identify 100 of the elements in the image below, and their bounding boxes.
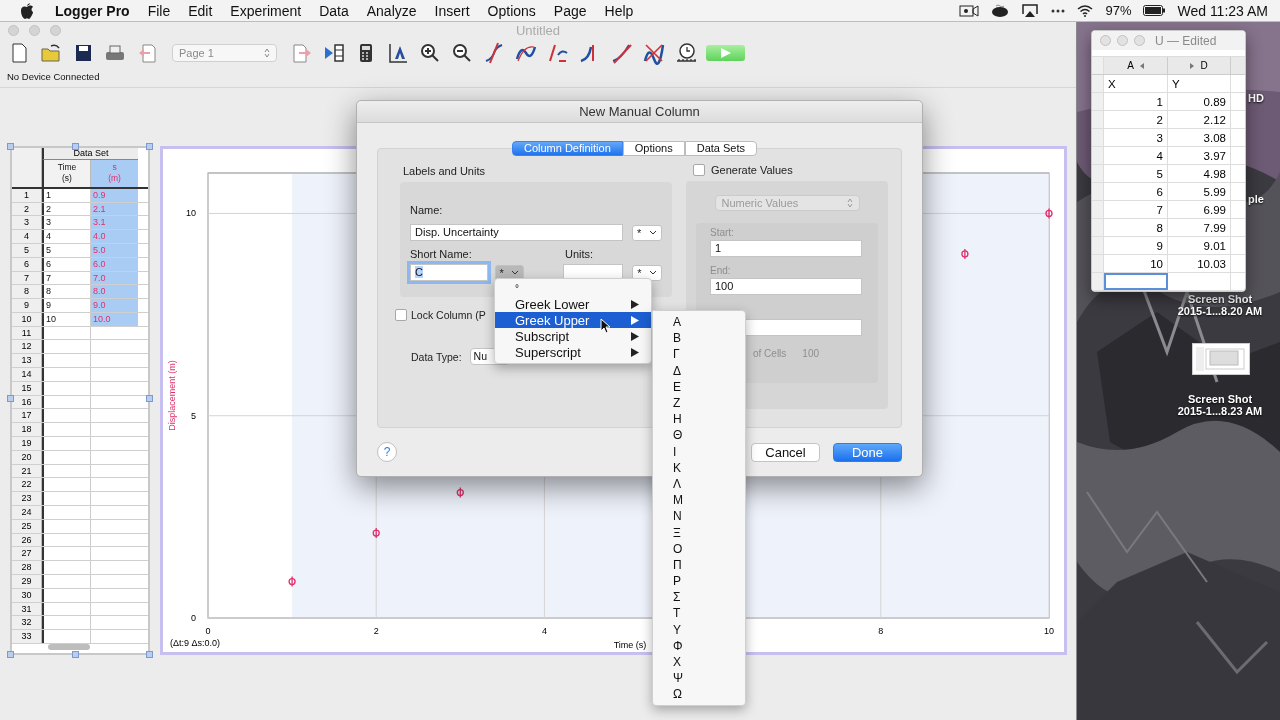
scrollbar-thumb[interactable] (48, 644, 90, 650)
menu-item[interactable]: Λ (653, 475, 745, 493)
resize-handle[interactable] (7, 394, 14, 402)
symbol-popup[interactable]: * (632, 224, 662, 241)
menu-item[interactable]: ° (495, 281, 651, 296)
battery-icon[interactable] (1143, 5, 1166, 16)
checkbox[interactable] (395, 309, 407, 321)
menu-item[interactable]: Help (595, 2, 643, 19)
resize-handle[interactable] (146, 394, 153, 402)
menu-item[interactable]: Options (478, 2, 545, 19)
row-number: 13 (12, 354, 42, 368)
file-name: Screen Shot (1187, 293, 1253, 305)
menu-item[interactable]: Insert (425, 2, 479, 19)
menu-item[interactable]: Π (653, 556, 745, 573)
end-field[interactable]: 100 (710, 278, 862, 295)
menu-item[interactable]: Τ (653, 605, 745, 622)
stepper-icon (264, 47, 270, 58)
menu-item[interactable]: Ω (653, 686, 745, 703)
help-button[interactable]: ? (377, 442, 397, 462)
clock-icon[interactable] (674, 40, 698, 65)
menu-item[interactable]: Ε (653, 378, 745, 395)
apple-icon[interactable] (20, 2, 34, 19)
resize-handle[interactable] (7, 651, 14, 658)
menu-item[interactable]: Γ (653, 346, 745, 363)
checkbox[interactable] (693, 164, 705, 176)
cup-icon[interactable] (991, 3, 1010, 18)
menu-item[interactable]: Α (653, 314, 745, 331)
table-cell: 10 (1104, 255, 1168, 273)
arrow-icon (1190, 62, 1195, 69)
menu-item[interactable]: Δ (653, 362, 745, 379)
table-cell: 4 (1104, 147, 1168, 165)
menu-item[interactable]: Page (544, 2, 596, 19)
resize-handle[interactable] (146, 651, 153, 658)
resize-handle[interactable] (72, 651, 79, 658)
tab[interactable]: Options (622, 141, 685, 156)
menu-item[interactable]: Χ (653, 653, 745, 671)
camera-icon[interactable] (959, 4, 980, 17)
row-number: 17 (12, 409, 42, 423)
field-label: End: (710, 265, 732, 276)
menu-item[interactable]: Ξ (653, 524, 745, 541)
menu-item[interactable]: Θ (653, 427, 745, 444)
group-title: Labels and Units (403, 165, 486, 177)
menu-item[interactable]: Ι (653, 443, 745, 460)
menu-clock[interactable]: Wed 11:23 AM (1177, 2, 1268, 19)
table-cell: 3 (1104, 129, 1168, 147)
menu-item[interactable]: Edit (179, 2, 222, 19)
tick-label: 10 (186, 208, 196, 219)
table-cell: 2 (1104, 111, 1168, 129)
row-number: 4 (12, 230, 42, 243)
field-label: Start: (710, 227, 735, 238)
short-name-field[interactable]: C (410, 264, 488, 281)
field-label: of Cells (753, 348, 787, 359)
symbol-popup[interactable]: * (632, 264, 662, 281)
menu-item[interactable]: Data (310, 2, 358, 19)
menu-item[interactable]: Μ (653, 492, 745, 509)
file-name: Screen Shot (1187, 393, 1253, 405)
file-thumbnail-icon[interactable] (1192, 343, 1250, 375)
menu-item[interactable]: Φ (653, 637, 745, 654)
cursor-icon (600, 318, 611, 334)
menu-item[interactable]: Experiment (221, 2, 311, 19)
tick-label: 10 (1044, 625, 1054, 636)
menu-item[interactable]: Ο (653, 540, 745, 557)
airplay-icon[interactable] (1021, 3, 1040, 18)
row-number: 28 (12, 561, 42, 575)
name-field[interactable]: Disp. Uncertainty (410, 224, 624, 241)
resize-handle[interactable] (146, 142, 153, 150)
delta-readout: (Δt:9 Δs:0.0) (170, 637, 221, 648)
menu-item[interactable]: Subscript (495, 328, 651, 344)
resize-handle[interactable] (72, 142, 79, 150)
menu-item[interactable]: Ζ (653, 394, 745, 412)
start-field[interactable]: 1 (710, 240, 862, 257)
tab[interactable]: Data Sets (684, 141, 758, 156)
menu-item[interactable]: Ν (653, 508, 745, 525)
collect-button[interactable] (706, 44, 745, 61)
menu-item[interactable]: Ψ (653, 670, 745, 687)
desktop-label: ple (1248, 193, 1264, 205)
column-header[interactable]: Time (s) (42, 159, 90, 187)
table-cell: 2.12 (1168, 111, 1231, 129)
resize-handle[interactable] (7, 142, 14, 150)
menu-item[interactable]: Β (653, 330, 745, 347)
dialog-button[interactable]: Cancel (751, 442, 820, 462)
table-cell[interactable] (1104, 273, 1168, 291)
app-menu[interactable]: Logger Pro (46, 2, 139, 19)
menu-item[interactable]: Υ (653, 621, 745, 638)
menu-item[interactable]: Greek Lower (495, 296, 651, 312)
menu-item[interactable]: Η (653, 411, 745, 428)
menu-item[interactable]: File (138, 2, 180, 19)
menu-item[interactable]: Analyze (357, 2, 426, 19)
field-label: Data Type: (411, 350, 462, 363)
menu-item[interactable]: Σ (653, 589, 745, 606)
column-header[interactable]: D (1200, 60, 1208, 72)
menu-item[interactable]: Κ (653, 459, 745, 476)
wifi-icon[interactable] (1077, 4, 1094, 17)
menu-item[interactable]: Greek Upper (495, 312, 651, 328)
column-header[interactable]: A (1127, 60, 1134, 72)
corner-cell (12, 147, 42, 187)
tick-label: 2 (373, 625, 379, 636)
tick-label: 8 (878, 625, 884, 636)
more-icon[interactable] (1051, 7, 1066, 14)
menu-item[interactable]: Ρ (653, 573, 745, 590)
